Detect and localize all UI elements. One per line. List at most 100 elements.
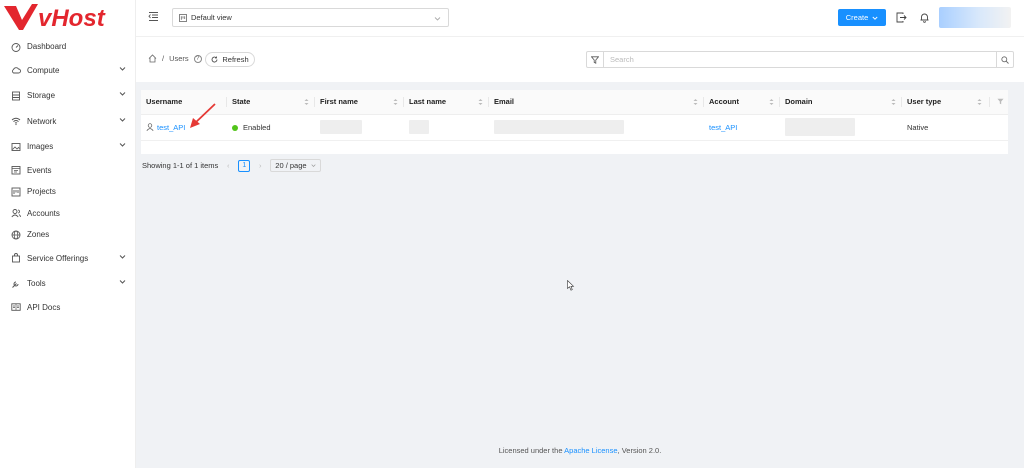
sidebar-item-tools[interactable]: Tools [0,271,136,297]
table-row: test_API Enabled test_API Native [141,114,1008,141]
sidebar-item-label: Zones [27,230,50,240]
sidebar-item-label: Accounts [27,208,60,218]
page-number-button[interactable]: 1 [238,159,251,172]
sidebar-item-projects[interactable]: Projects [0,181,136,203]
filter-button[interactable] [586,51,604,68]
sidebar-item-images[interactable]: Images [0,134,136,160]
user-avatar-menu[interactable] [939,7,1011,28]
status-dot [232,124,238,131]
sidebar-item-label: Service Offerings [27,253,89,263]
cell-account: test_API [704,114,780,141]
sort-icon [304,99,309,105]
prev-page-icon[interactable]: ‹ [224,161,232,170]
user-type-label: Native [907,122,929,132]
picture-icon [11,142,21,152]
redacted-domain [785,118,855,136]
chevron-down-icon [119,92,126,96]
sort-icon [478,99,483,105]
search-input[interactable] [604,51,997,68]
sort-icon [693,99,698,105]
page-header: / Users ? Refresh [136,36,1024,82]
bell-icon[interactable] [919,12,930,23]
column-header-first-name[interactable]: First name [315,90,404,115]
pagination: Showing 1-1 of 1 items ‹ 1 › 20 / page [142,159,322,172]
chevron-down-icon [119,66,126,71]
sidebar-item-label: API Docs [27,302,61,312]
sidebar-item-api-docs[interactable]: API Docs [0,297,136,319]
sidebar-item-label: Projects [27,187,56,197]
export-icon[interactable] [896,12,907,23]
sidebar-item-storage[interactable]: Storage [0,83,136,109]
refresh-button-label: Refresh [222,55,249,64]
question-circle-icon[interactable]: ? [193,54,202,63]
sidebar-item-service-offerings[interactable]: Service Offerings [0,246,136,272]
sidebar-item-accounts[interactable]: Accounts [0,203,136,225]
project-icon [179,13,187,22]
database-icon [11,91,21,101]
cell-domain [780,114,902,141]
sidebar-item-zones[interactable]: Zones [0,224,136,246]
license-link[interactable]: Apache License [564,446,617,455]
username-link[interactable]: test_API [157,123,185,132]
sidebar-item-label: Tools [27,279,46,289]
chevron-down-icon [311,164,316,167]
filter-icon [591,55,599,64]
chevron-down-icon [119,254,126,259]
breadcrumb: / Users ? [148,54,202,63]
sidebar: vHost Dashboard Compute Storage Network … [0,0,136,468]
sort-icon [769,99,774,105]
sidebar-item-label: Storage [27,91,56,101]
sort-icon [393,99,398,105]
page-size-value: 20 / page [275,161,307,170]
tool-icon [11,279,21,289]
pagination-summary: Showing 1-1 of 1 items [142,161,219,170]
column-header-account[interactable]: Account [704,90,780,115]
sort-icon [891,99,896,105]
users-table-card: Username State First name Last name Emai… [141,90,1008,154]
column-header-state[interactable]: State [227,90,315,115]
sidebar-item-network[interactable]: Network [0,109,136,135]
view-select-value: Default view [191,13,232,22]
table-header-row: Username State First name Last name Emai… [141,90,1008,115]
column-header-email[interactable]: Email [489,90,704,115]
shopping-icon [11,253,21,263]
sidebar-item-events[interactable]: Events [0,160,136,182]
sidebar-item-compute[interactable]: Compute [0,58,136,84]
cell-last-name [404,114,489,141]
refresh-button[interactable]: Refresh [205,52,255,67]
create-button[interactable]: Create [838,9,886,26]
sidebar-item-label: Network [27,116,57,126]
sidebar-item-dashboard[interactable]: Dashboard [0,36,136,58]
view-select[interactable]: Default view [172,8,449,27]
dashboard-icon [11,42,21,52]
state-label: Enabled [243,122,271,132]
next-page-icon[interactable]: › [256,161,264,170]
account-link[interactable]: test_API [709,123,737,132]
vhost-logo[interactable]: vHost [2,2,136,32]
footer-prefix: Licensed under the [498,446,565,455]
chevron-down-icon [119,117,126,122]
project-icon [11,187,21,197]
column-header-domain[interactable]: Domain [780,90,902,115]
breadcrumb-current: Users [169,54,189,63]
filter-icon[interactable] [997,98,1004,105]
page-size-select[interactable]: 20 / page [270,159,322,172]
mouse-cursor-icon [567,280,575,291]
sort-icon [977,99,982,105]
search-button[interactable] [996,51,1014,68]
column-header-last-name[interactable]: Last name [404,90,489,115]
svg-text:vHost: vHost [38,5,106,32]
home-icon[interactable] [148,54,157,63]
menu-fold-icon[interactable] [148,11,159,22]
cell-first-name [315,114,404,141]
chevron-down-icon [872,16,878,20]
sidebar-item-label: Compute [27,65,60,75]
column-header-user-type[interactable]: User type [902,90,1008,115]
reload-icon [211,56,218,63]
top-header: Default view Create [136,0,1024,36]
sidebar-item-label: Dashboard [27,42,67,52]
redacted-email [494,120,624,134]
users-table: Username State First name Last name Emai… [141,90,1008,141]
schedule-icon [11,165,21,175]
read-icon [11,302,21,312]
